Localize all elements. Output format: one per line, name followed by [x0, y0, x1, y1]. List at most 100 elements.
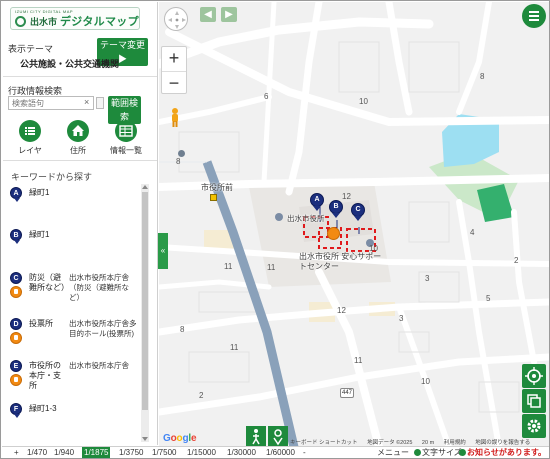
map-pin-b-label: B [329, 200, 343, 214]
current-location-button[interactable] [522, 364, 546, 388]
list-item-name: 緑町1 [29, 188, 50, 197]
bottom-bar: + 1/470 1/940 1/1875 1/3750 1/7500 1/150… [2, 446, 549, 458]
zoom-control: + − [161, 46, 187, 94]
block-number: 8 [180, 325, 185, 334]
footer-menu-link[interactable]: メニュー [377, 447, 409, 458]
pin-d-icon: D [10, 318, 22, 330]
block-number: 2 [514, 256, 519, 265]
app-window: A B C 市役所前 出水市役所 出水市役所 安心サポートセンター 6 10 8… [0, 0, 550, 459]
menu-button[interactable] [522, 4, 546, 28]
map-facility-icon[interactable] [327, 227, 340, 240]
map-pin-b[interactable]: B [329, 200, 343, 218]
block-number: 5 [486, 294, 491, 303]
compass-icon[interactable] [164, 7, 188, 31]
scale-option[interactable]: 1/60000 [266, 447, 295, 458]
notice-link[interactable]: お知らせがあります。 [459, 447, 547, 458]
block-number: 10 [359, 97, 368, 106]
block-number: 11 [224, 262, 233, 271]
map-marker-small [178, 150, 185, 157]
logo-city: 出水市 [30, 17, 58, 27]
notice-icon [459, 449, 466, 456]
table-icon [115, 120, 137, 142]
map-pin-c[interactable]: C [351, 203, 365, 221]
keyword-list-scrollbar[interactable] [141, 184, 149, 442]
keyword-result-list: A 緑町1 B 緑町1 C 防災（避難所など） 出水市役所本庁舎（防災（避難所な… [3, 179, 143, 441]
facility-icon [10, 332, 22, 344]
current-theme: 公共施設・公共交通機関 [20, 59, 120, 69]
theme-label: 表示テーマ [8, 44, 54, 54]
list-item[interactable]: C 防災（避難所など） 出水市役所本庁舎（防災（避難所など） [3, 272, 141, 312]
block-number: 11 [267, 263, 276, 272]
info-list-tool[interactable]: 情報一覧 [104, 120, 148, 156]
map-facility-marker-grey [275, 213, 283, 221]
list-item-place: 出水市役所本庁舎（防災（避難所など） [69, 273, 129, 302]
route-number-badge: 447 [340, 388, 354, 398]
list-item-name: 防災（避難所など） [29, 273, 69, 292]
copy-layers-icon [527, 394, 541, 408]
gear-icon [527, 419, 541, 433]
map-base [159, 2, 549, 447]
street-view-pegman-icon[interactable] [167, 107, 183, 129]
back-arrow-button[interactable]: ◀ [200, 7, 216, 22]
list-item-place: 出水市役所本庁舎 [69, 361, 129, 370]
layers-button[interactable] [522, 389, 546, 413]
scale-option-active[interactable]: 1/1875 [82, 447, 111, 458]
list-item[interactable]: F 緑町1-3 [3, 403, 141, 429]
block-number: 8 [480, 72, 485, 81]
text-size-label: 文字サイズ [422, 448, 462, 457]
sidebar-collapse-handle[interactable]: « [158, 233, 168, 269]
scale-option[interactable]: 1/940 [54, 447, 74, 458]
map-label-support-center: 出水市役所 安心サポートセンター [299, 252, 382, 271]
list-item-name: 緑町1-3 [29, 404, 57, 413]
map-pin-c-label: C [351, 203, 365, 217]
block-number: 11 [354, 356, 363, 365]
block-number: 10 [421, 377, 430, 386]
scale-zoom-out[interactable]: - [303, 447, 306, 458]
map-attribution: キーボード ショートカット 地図データ ©2025 20 m 利用規約 地図の誤… [290, 438, 538, 446]
address-tool-label: 住所 [70, 146, 86, 155]
list-item[interactable]: E 市役所の本庁・支所 出水市役所本庁舎 [3, 360, 141, 400]
address-tool[interactable]: 住所 [56, 120, 100, 156]
zoom-out-button[interactable]: − [162, 71, 186, 95]
map-pin-a[interactable]: A [310, 193, 324, 211]
text-size-link[interactable]: 文字サイズ [414, 447, 462, 458]
scale-option[interactable]: 1/3750 [119, 447, 143, 458]
scale-option[interactable]: 1/7500 [152, 447, 176, 458]
pin-e-icon: E [10, 360, 22, 372]
layer-tool-label: レイヤ [18, 146, 42, 155]
scale-option[interactable]: 1/15000 [187, 447, 216, 458]
pin-f-icon: F [10, 403, 22, 415]
search-input[interactable] [8, 96, 94, 110]
scale-option[interactable]: 1/30000 [227, 447, 256, 458]
pin-c-icon: C [10, 272, 22, 284]
notice-label: お知らせがあります。 [467, 448, 547, 457]
facility-icon [10, 374, 22, 386]
pin-b-icon: B [10, 229, 22, 241]
search-options-box[interactable] [96, 97, 104, 109]
walking-person-icon [252, 429, 260, 445]
forward-arrow-button[interactable]: ▶ [221, 7, 237, 22]
list-item[interactable]: D 投票所 出水市役所本庁舎多目的ホール(投票所) [3, 318, 141, 358]
clear-search-icon[interactable]: × [84, 97, 89, 107]
scale-zoom-in[interactable]: + [14, 447, 19, 458]
settings-button[interactable] [522, 414, 546, 438]
block-number: 12 [342, 192, 351, 201]
scale-option[interactable]: 1/470 [27, 447, 47, 458]
map-canvas[interactable]: A B C 市役所前 出水市役所 出水市役所 安心サポートセンター 6 10 8… [159, 2, 549, 447]
map-label-station: 市役所前 [201, 183, 233, 192]
zoom-in-button[interactable]: + [162, 47, 186, 71]
list-item[interactable]: A 緑町1 [3, 187, 141, 213]
location-pin-icon [273, 429, 283, 446]
bus-stop-icon[interactable] [210, 194, 217, 201]
map-pin-a-label: A [310, 193, 324, 207]
walk-mode-button[interactable] [246, 426, 266, 447]
scrollbar-thumb[interactable] [142, 192, 148, 410]
google-logo: Google [163, 433, 197, 444]
block-number: 12 [337, 306, 346, 315]
list-item-name: 投票所 [29, 319, 53, 328]
list-item[interactable]: B 緑町1 [3, 229, 141, 255]
block-number: 3 [425, 274, 430, 283]
app-logo[interactable]: IZUMI CITY DIGITAL MAP 出水市 デジタルマップ [10, 7, 140, 30]
layer-tool[interactable]: レイヤ [8, 120, 52, 156]
pin-mode-button[interactable] [268, 426, 288, 447]
